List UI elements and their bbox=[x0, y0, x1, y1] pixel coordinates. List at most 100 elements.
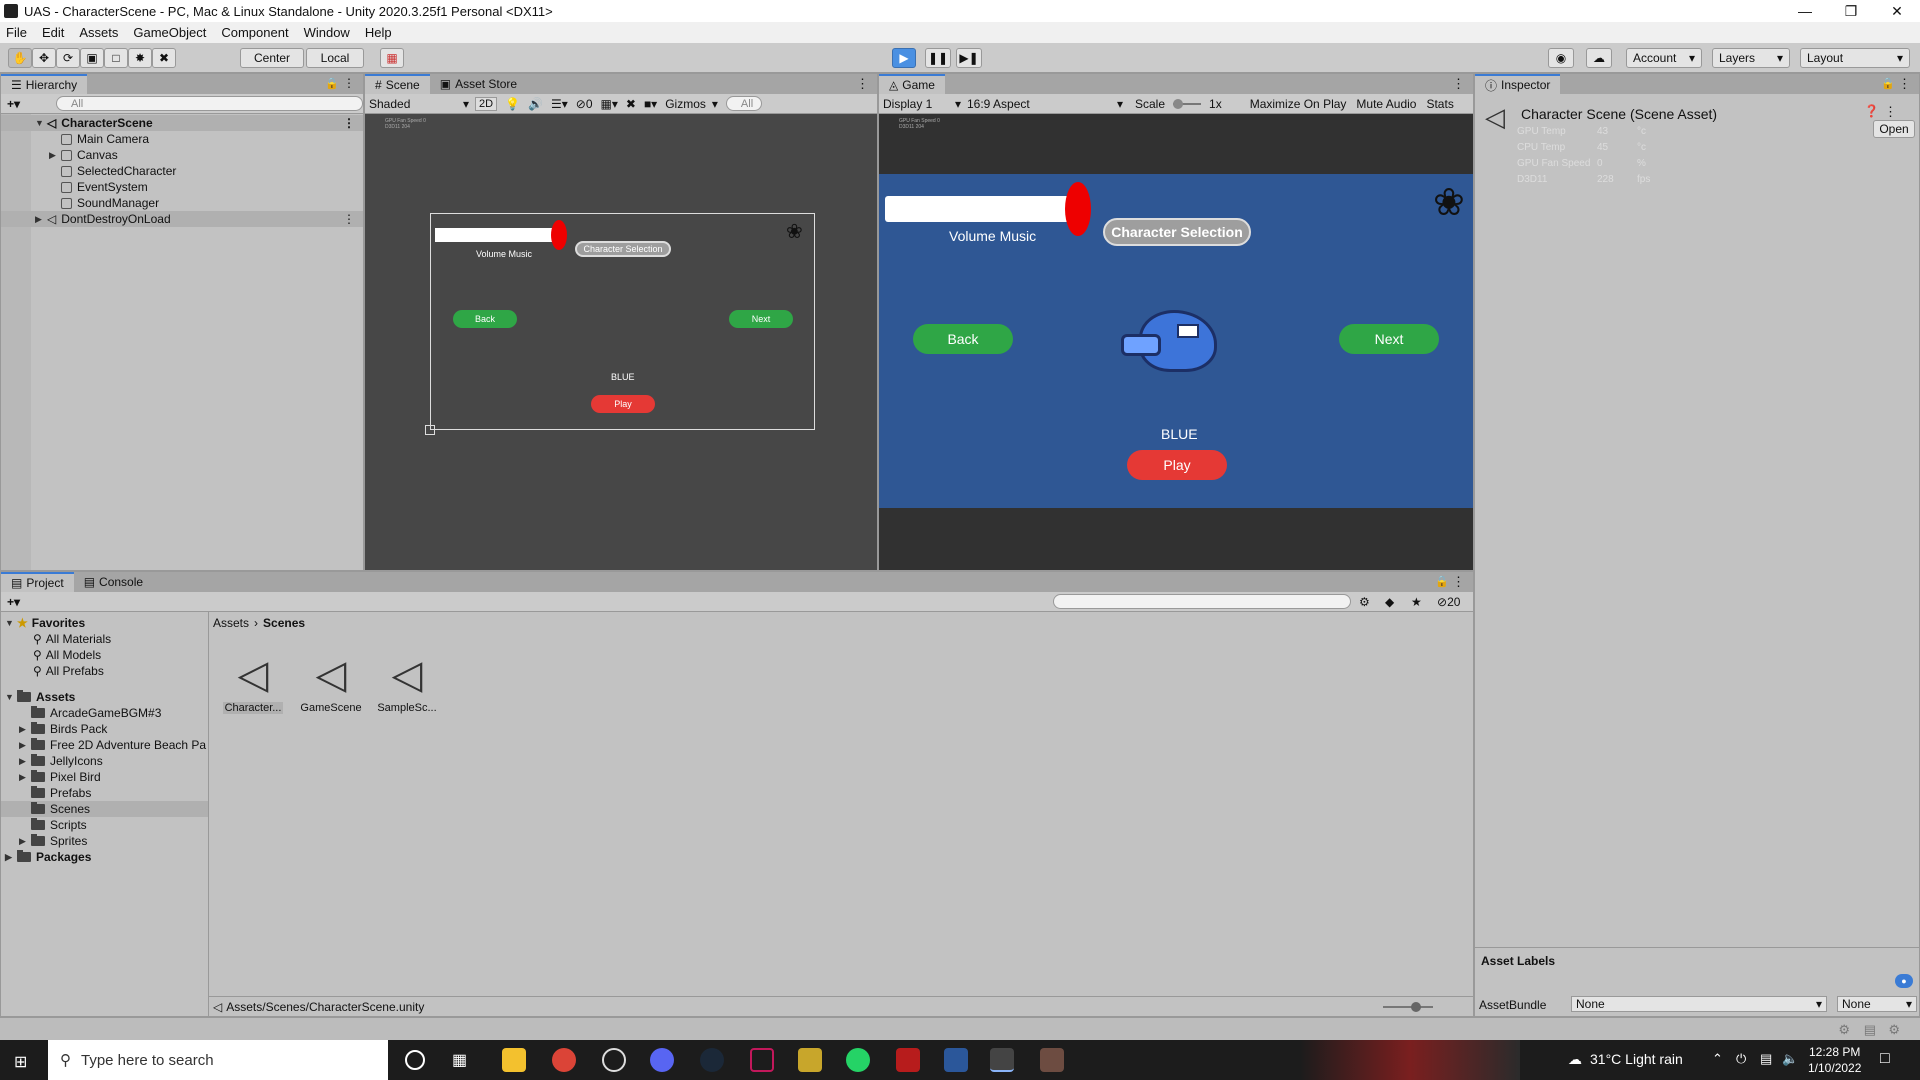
fav-all-materials[interactable]: ⚲ All Materials bbox=[1, 631, 208, 647]
tree-scene-row[interactable]: ▼ ◁ CharacterScene ⋮ bbox=[1, 115, 363, 131]
menu-gameobject[interactable]: GameObject bbox=[133, 25, 206, 40]
menu-window[interactable]: Window bbox=[304, 25, 350, 40]
minimize-button[interactable]: — bbox=[1782, 0, 1828, 22]
asset-file-character[interactable]: ◁ Character... bbox=[223, 648, 283, 714]
app-icon[interactable] bbox=[896, 1048, 920, 1072]
play-game-button[interactable]: Play bbox=[1127, 450, 1227, 480]
minecraft-icon[interactable] bbox=[1040, 1048, 1064, 1072]
chevron-right-icon[interactable]: ▶ bbox=[5, 852, 17, 863]
favorites-row[interactable]: ▼ ★ Favorites bbox=[1, 615, 208, 631]
chevron-right-icon[interactable]: ▶ bbox=[19, 772, 31, 783]
camera-icon[interactable]: ■▾ bbox=[644, 97, 657, 111]
tree-item-sound-manager[interactable]: SoundManager bbox=[1, 195, 363, 211]
next-button[interactable]: Next bbox=[1339, 324, 1439, 354]
kebab-menu-icon[interactable]: ⋮ bbox=[1452, 574, 1465, 590]
power-icon[interactable]: ⏻ bbox=[1736, 1051, 1746, 1067]
menu-file[interactable]: File bbox=[6, 25, 27, 40]
chevron-right-icon[interactable]: ▶ bbox=[35, 214, 47, 225]
lighting-icon[interactable]: 💡 bbox=[505, 97, 520, 111]
maximize-on-play-toggle[interactable]: Maximize On Play bbox=[1250, 97, 1347, 111]
grid-toggle-icon[interactable]: ▦▾ bbox=[601, 97, 618, 111]
chevron-down-icon[interactable]: ▼ bbox=[5, 618, 17, 628]
rect-tool-icon[interactable]: □ bbox=[104, 48, 128, 68]
folder-row[interactable]: Scripts bbox=[1, 817, 208, 833]
collab-icon[interactable]: ◉ bbox=[1548, 48, 1574, 68]
hand-tool-icon[interactable]: ✋ bbox=[8, 48, 32, 68]
weather-widget[interactable]: ☁ 31°C Light rain bbox=[1568, 1051, 1683, 1068]
clock[interactable]: 12:28 PM 1/10/2022 bbox=[1808, 1044, 1861, 1076]
close-button[interactable]: ✕ bbox=[1874, 0, 1920, 22]
character-selection-button[interactable]: Character Selection bbox=[1103, 218, 1251, 246]
chevron-down-icon[interactable]: ▼ bbox=[5, 692, 17, 702]
hidden-objects-icon[interactable]: ⊘ bbox=[576, 97, 586, 111]
play-button[interactable]: ▶ bbox=[892, 48, 916, 68]
hierarchy-search-input[interactable]: All bbox=[56, 96, 363, 111]
tree-ddol-row[interactable]: ▶ ◁ DontDestroyOnLoad ⋮ bbox=[1, 211, 363, 227]
packages-row[interactable]: ▶ Packages bbox=[1, 849, 208, 865]
tab-project[interactable]: ▤ Project bbox=[1, 572, 74, 592]
2d-toggle[interactable]: 2D bbox=[475, 96, 498, 111]
volume-slider-handle[interactable] bbox=[1065, 182, 1091, 236]
valorant-icon[interactable] bbox=[750, 1048, 774, 1072]
chevron-down-icon[interactable]: ▼ bbox=[35, 118, 47, 128]
task-view-icon[interactable]: ▦ bbox=[452, 1050, 467, 1070]
icon-size-slider[interactable] bbox=[1383, 1002, 1433, 1012]
pause-button[interactable]: ❚❚ bbox=[925, 48, 951, 68]
back-button[interactable]: Back bbox=[913, 324, 1013, 354]
menu-component[interactable]: Component bbox=[221, 25, 288, 40]
notification-icon[interactable]: □ bbox=[1880, 1050, 1890, 1068]
folder-row-selected[interactable]: Scenes bbox=[1, 801, 208, 817]
chevron-right-icon[interactable]: ▶ bbox=[19, 836, 31, 847]
favorite-star-icon[interactable]: ★ bbox=[1411, 595, 1422, 609]
asset-file-gamescene[interactable]: ◁ GameScene bbox=[299, 648, 363, 714]
layers-dropdown[interactable]: Layers ▾ bbox=[1712, 48, 1790, 68]
filter-label-icon[interactable]: ◆ bbox=[1385, 595, 1394, 609]
bow-icon[interactable]: ❀ bbox=[786, 219, 803, 244]
menu-edit[interactable]: Edit bbox=[42, 25, 64, 40]
discord-icon[interactable] bbox=[650, 1048, 674, 1072]
kebab-menu-icon[interactable]: ⋮ bbox=[343, 212, 355, 226]
word-icon[interactable] bbox=[944, 1048, 968, 1072]
folder-row[interactable]: ▶ Pixel Bird bbox=[1, 769, 208, 785]
tree-item-canvas[interactable]: ▶ Canvas bbox=[1, 147, 363, 163]
shading-mode-dropdown[interactable]: Shaded ▾ bbox=[369, 97, 469, 111]
chevron-right-icon[interactable]: ▶ bbox=[49, 150, 61, 161]
tab-asset-store[interactable]: ▣ Asset Store bbox=[429, 74, 528, 94]
windows-start-icon[interactable]: ⊞ bbox=[14, 1052, 27, 1072]
gizmos-dropdown[interactable]: Gizmos ▾ bbox=[665, 97, 718, 111]
kebab-menu-icon[interactable]: ⋮ bbox=[1452, 76, 1465, 92]
play-game-button[interactable]: Play bbox=[591, 395, 655, 413]
pivot-center-toggle[interactable]: Center bbox=[240, 48, 304, 68]
network-icon[interactable]: ▤ bbox=[1760, 1051, 1772, 1067]
scale-tool-icon[interactable]: ▣ bbox=[80, 48, 104, 68]
aspect-dropdown[interactable]: 16:9 Aspect ▾ bbox=[967, 97, 1123, 111]
tree-item-selected-character[interactable]: SelectedCharacter bbox=[1, 163, 363, 179]
filter-type-icon[interactable]: ⚙ bbox=[1359, 595, 1370, 609]
menu-assets[interactable]: Assets bbox=[79, 25, 118, 40]
kebab-menu-icon[interactable]: ⋮ bbox=[343, 76, 355, 90]
restore-button[interactable]: ❐ bbox=[1828, 0, 1874, 22]
rotate-tool-icon[interactable]: ⟳ bbox=[56, 48, 80, 68]
asset-variant-dropdown[interactable]: None ▾ bbox=[1837, 996, 1917, 1012]
tree-item-main-camera[interactable]: Main Camera bbox=[1, 131, 363, 147]
audio-icon[interactable]: 🔊 bbox=[528, 97, 543, 111]
chevron-right-icon[interactable]: ▶ bbox=[19, 740, 31, 751]
kebab-menu-icon[interactable]: ⋮ bbox=[856, 76, 869, 92]
help-icon[interactable]: ❓ bbox=[1864, 104, 1879, 118]
folder-row[interactable]: ▶ Birds Pack bbox=[1, 721, 208, 737]
assets-row[interactable]: ▼ Assets bbox=[1, 689, 208, 705]
volume-slider-handle[interactable] bbox=[551, 220, 567, 250]
chevron-right-icon[interactable]: ▶ bbox=[19, 756, 31, 767]
transform-tool-icon[interactable]: ✸ bbox=[128, 48, 152, 68]
folder-row[interactable]: ▶ JellyIcons bbox=[1, 753, 208, 769]
project-search-input[interactable] bbox=[1053, 594, 1351, 609]
breadcrumb-scenes[interactable]: Scenes bbox=[263, 616, 305, 630]
chevron-right-icon[interactable]: ▶ bbox=[19, 724, 31, 735]
lock-icon[interactable]: 🔒 bbox=[325, 77, 339, 90]
stats-toggle[interactable]: Stats bbox=[1426, 97, 1453, 111]
scene-search-input[interactable]: All bbox=[725, 96, 762, 111]
next-button[interactable]: Next bbox=[729, 310, 793, 328]
tab-scene[interactable]: # Scene bbox=[365, 74, 430, 94]
volume-slider[interactable] bbox=[435, 228, 555, 242]
custom-tool-icon[interactable]: ✖ bbox=[152, 48, 176, 68]
